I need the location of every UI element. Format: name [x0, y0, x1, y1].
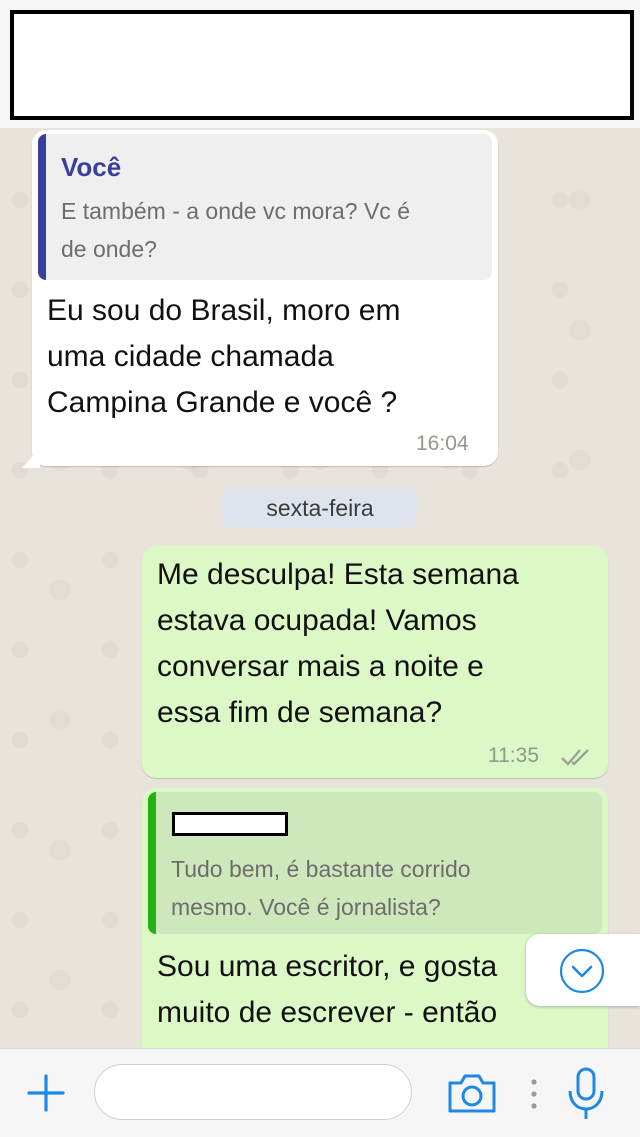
redacted-quote-author	[172, 812, 288, 836]
chevron-down-icon	[559, 948, 605, 994]
plus-icon[interactable]	[26, 1073, 66, 1113]
quoted-message[interactable]: Você E também - a onde vc mora? Vc é de …	[38, 134, 492, 280]
message-line: estava ocupada! Vamos	[157, 604, 477, 637]
quote-text-line: Tudo bem, é bastante corrido	[171, 856, 471, 882]
message-line: uma cidade chamada	[47, 340, 334, 373]
quote-text-line: mesmo. Você é jornalista?	[171, 894, 441, 920]
message-line: Sou uma escritor, e gosta	[157, 950, 498, 983]
message-input-bar	[0, 1048, 640, 1137]
quote-bar	[38, 134, 46, 280]
message-line: essa fim de semana?	[157, 696, 443, 729]
quote-author: Você	[61, 152, 122, 182]
quote-text-line: E também - a onde vc mora? Vc é	[61, 198, 410, 224]
bubble-tail	[22, 448, 40, 468]
outgoing-message[interactable]: Me desculpa! Esta semana estava ocupada!…	[142, 546, 608, 778]
message-line: Me desculpa! Esta semana	[157, 558, 519, 591]
scroll-to-bottom-button[interactable]	[526, 934, 640, 1006]
message-line: conversar mais a noite e	[157, 650, 484, 683]
redacted-header-box	[10, 10, 634, 120]
camera-icon[interactable]	[446, 1071, 498, 1115]
message-time: 11:35	[488, 744, 539, 767]
chat-header[interactable]	[0, 0, 640, 128]
incoming-message[interactable]: Você E também - a onde vc mora? Vc é de …	[32, 130, 498, 466]
quote-text-line: de onde?	[61, 236, 157, 262]
quote-bar	[148, 792, 156, 934]
message-time: 16:04	[416, 432, 469, 455]
date-separator: sexta-feira	[222, 488, 418, 528]
message-input[interactable]	[94, 1064, 412, 1120]
message-line: Campina Grande e você ?	[47, 386, 398, 419]
message-line: muito de escrever - então	[157, 996, 498, 1029]
message-line: Eu sou do Brasil, moro em	[47, 294, 401, 327]
microphone-icon[interactable]	[566, 1067, 606, 1121]
more-dots-icon[interactable]	[528, 1077, 540, 1111]
double-check-icon	[561, 749, 589, 766]
